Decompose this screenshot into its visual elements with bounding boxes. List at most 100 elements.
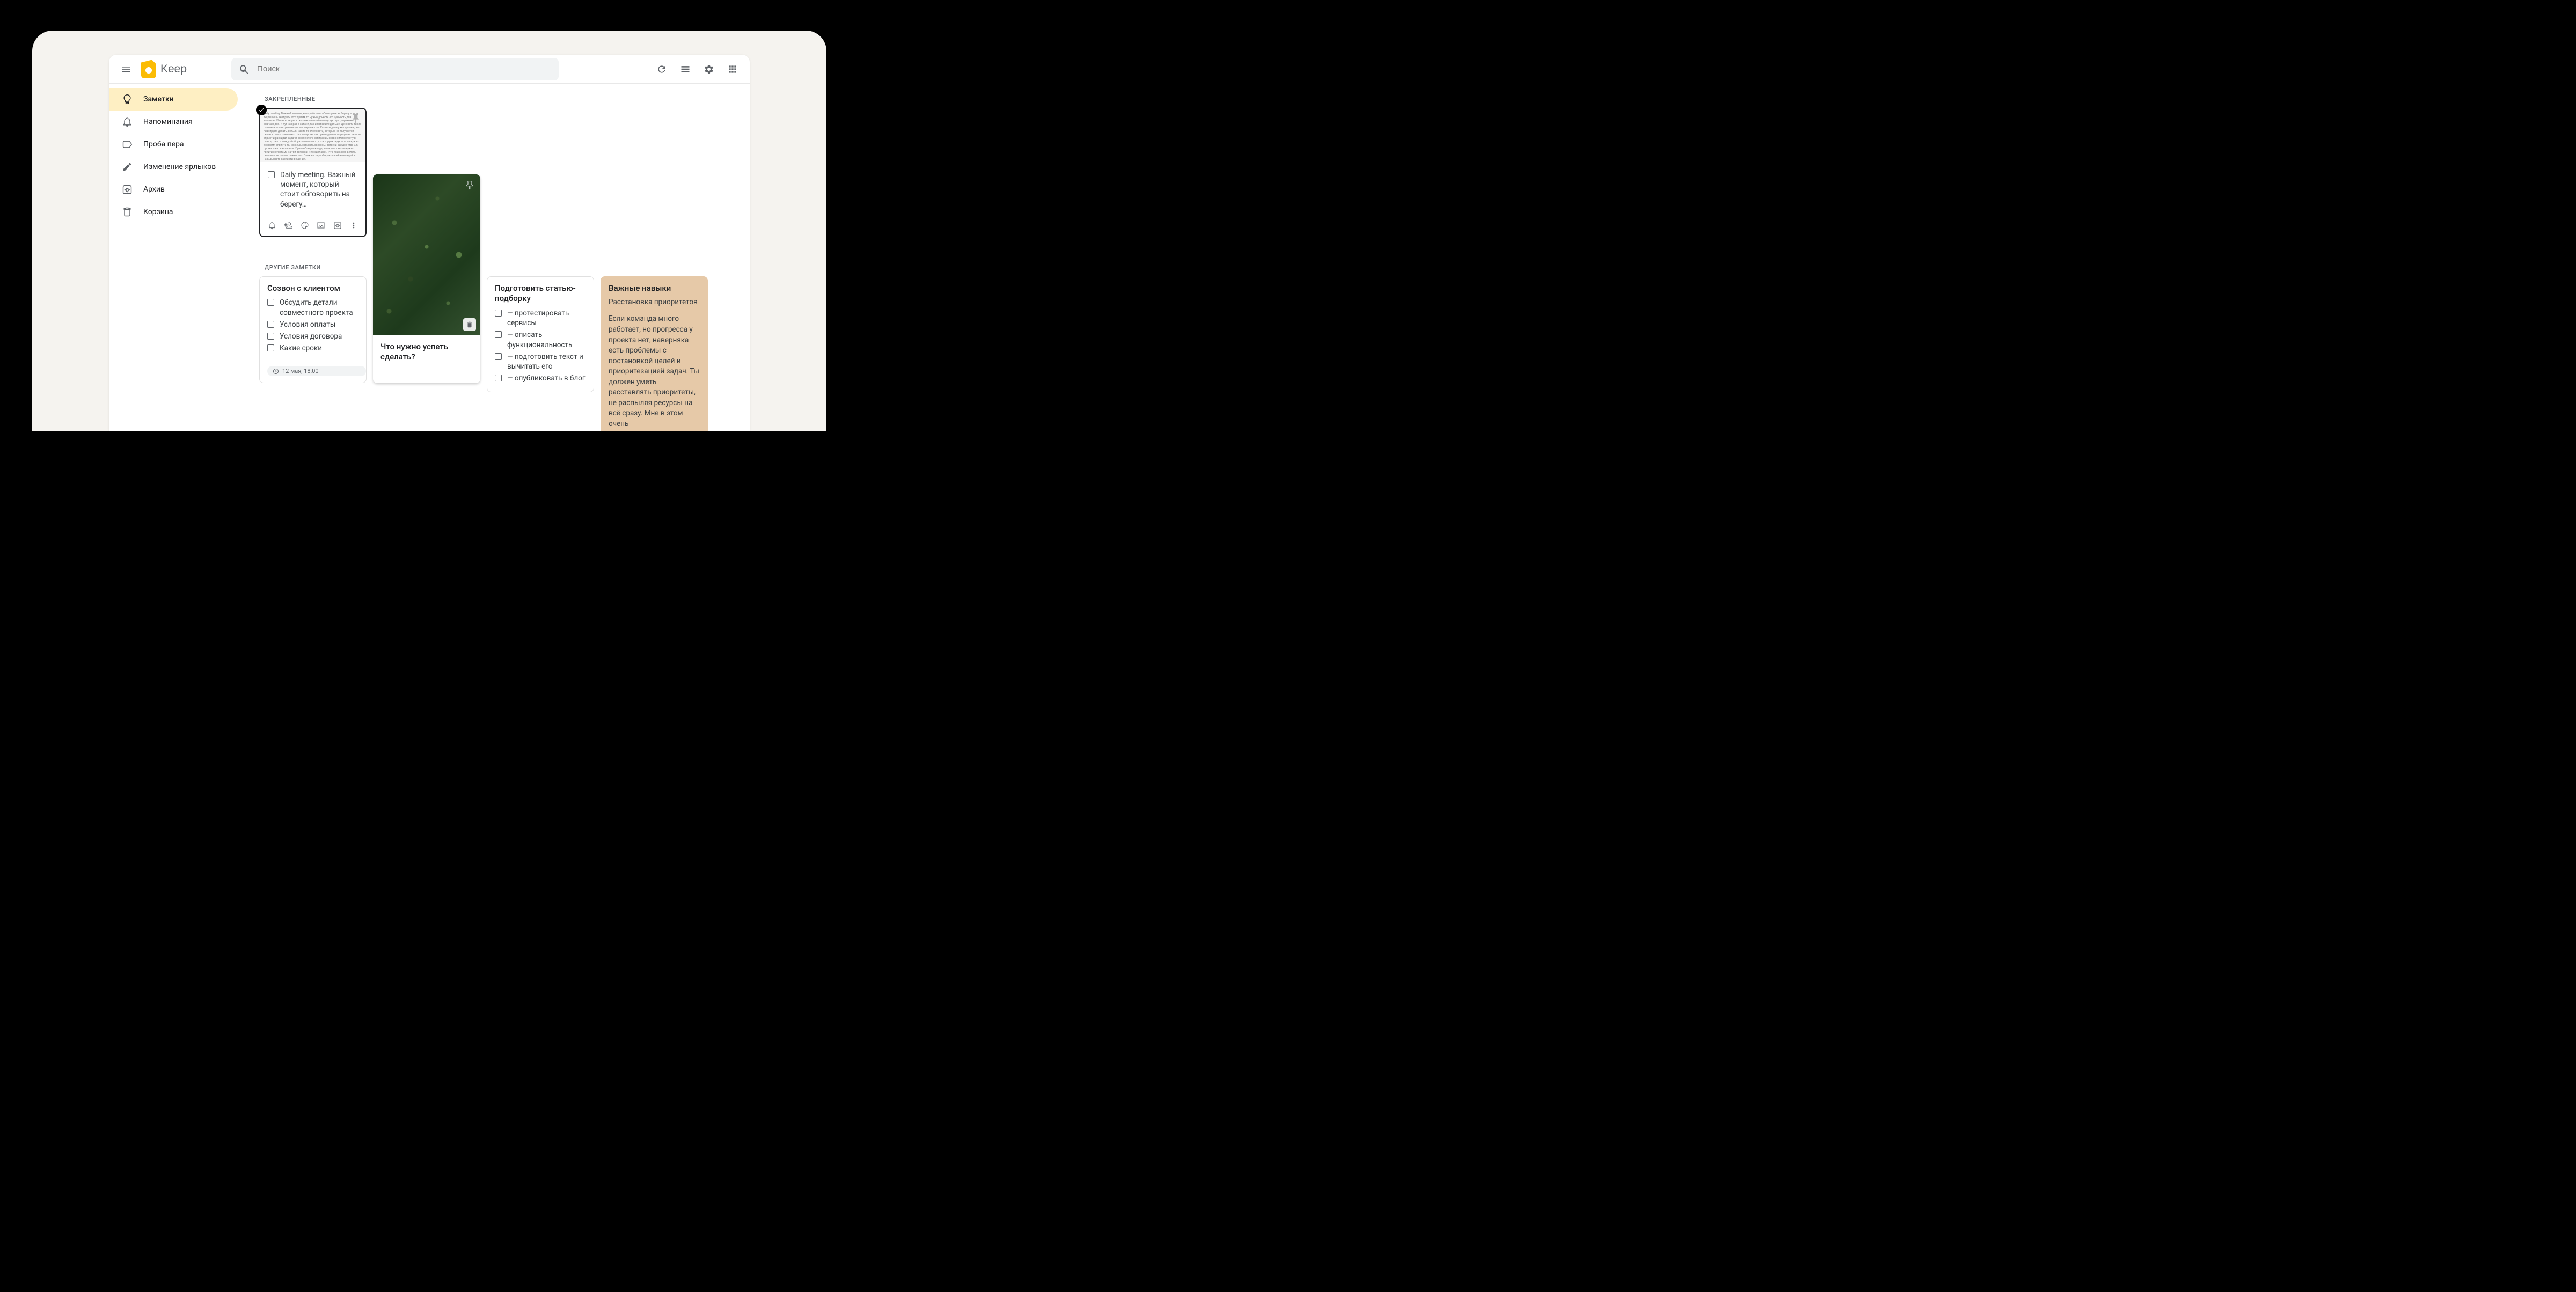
check-icon [258, 107, 265, 113]
sidebar-item-notes[interactable]: Заметки [109, 88, 238, 111]
main-area: ЗАКРЕПЛЕННЫЕ Daily meeting. Важный момен… [238, 84, 750, 431]
checklist-item[interactable]: — протестировать сервисы [495, 309, 586, 328]
apps-button[interactable] [722, 58, 743, 80]
checklist-text: — описать функциональность [507, 330, 586, 349]
note-toolbar [260, 218, 365, 236]
checklist-item[interactable]: — подготовить текст и вычитать его [495, 352, 586, 371]
checkbox-icon[interactable] [495, 353, 502, 360]
selection-badge [256, 105, 267, 115]
checklist-text: Какие сроки [280, 343, 322, 353]
device-frame: Keep Заметки Напо [32, 31, 826, 431]
checklist-item[interactable]: Daily meeting. Важный момент, который ст… [268, 170, 358, 209]
checklist-item[interactable]: Условия оплаты [267, 320, 358, 329]
bell-icon [122, 116, 133, 127]
checklist-text: Daily meeting. Важный момент, который ст… [280, 170, 358, 209]
logo-area[interactable]: Keep [141, 60, 187, 78]
sidebar-item-label: Заметки [143, 95, 174, 104]
header: Keep [109, 55, 750, 84]
sidebar-item-label-proba[interactable]: Проба пера [109, 133, 238, 156]
archive-button[interactable] [331, 219, 344, 232]
trash-icon [466, 321, 473, 328]
sidebar-item-reminders[interactable]: Напоминания [109, 111, 238, 133]
app-window: Keep Заметки Напо [109, 55, 750, 431]
menu-icon [121, 64, 131, 75]
clock-icon [273, 368, 279, 375]
apps-grid-icon [727, 64, 738, 75]
settings-button[interactable] [698, 58, 720, 80]
collaborator-button[interactable] [282, 219, 295, 232]
more-button[interactable] [347, 219, 360, 232]
pin-icon[interactable] [350, 113, 361, 126]
section-title-pinned: ЗАКРЕПЛЕННЫЕ [265, 96, 739, 102]
sidebar-item-label: Напоминания [143, 118, 193, 126]
note-card-image[interactable]: Что нужно успеть сделать? [373, 174, 480, 383]
note-title: Важные навыки [609, 283, 700, 294]
search-box[interactable] [231, 58, 559, 80]
checklist-text: Обсудить детали совместного проекта [280, 298, 358, 317]
pin-icon[interactable] [463, 179, 476, 192]
view-toggle-button[interactable] [675, 58, 696, 80]
content-row: Заметки Напоминания Проба пера Изменение… [109, 84, 750, 431]
note-card-article[interactable]: Подготовить статью-подборку — протестиро… [487, 276, 594, 393]
checkbox-icon[interactable] [495, 331, 502, 338]
header-actions [651, 58, 743, 80]
sidebar-item-edit-labels[interactable]: Изменение ярлыков [109, 156, 238, 178]
checklist-item[interactable]: Условия договора [267, 332, 358, 341]
checklist-text: — подготовить текст и вычитать его [507, 352, 586, 371]
checkbox-icon[interactable] [267, 344, 274, 351]
search-icon [239, 64, 250, 75]
palette-icon [301, 221, 309, 230]
checklist-text: Условия оплаты [280, 320, 335, 329]
checkbox-icon[interactable] [495, 310, 502, 317]
archive-icon [333, 221, 342, 230]
keep-logo-icon [141, 60, 156, 78]
note-title: Подготовить статью-подборку [495, 283, 586, 304]
image-icon [317, 221, 325, 230]
menu-button[interactable] [115, 58, 137, 80]
sidebar-item-label: Изменение ярлыков [143, 163, 216, 171]
sidebar-item-label: Архив [143, 185, 165, 194]
reminder-chip[interactable]: 12 мая, 18:00 [267, 366, 366, 376]
note-checklist: Daily meeting. Важный момент, который ст… [260, 162, 365, 218]
note-card-skills[interactable]: Важные навыки Расстановка приоритетов Ес… [601, 276, 708, 431]
remind-button[interactable] [266, 219, 279, 232]
image-button[interactable] [314, 219, 327, 232]
archive-icon [122, 184, 133, 195]
checkbox-icon[interactable] [267, 299, 274, 306]
sidebar-item-label: Проба пера [143, 140, 184, 149]
delete-image-button[interactable] [463, 318, 476, 331]
checklist-text: Условия договора [280, 332, 342, 341]
other-cards-row: Созвон с клиентом Обсудить детали совмес… [259, 276, 739, 431]
list-view-icon [680, 64, 691, 75]
note-card-pinned[interactable]: Daily meeting. Важный момент, который ст… [259, 108, 367, 237]
bell-icon [268, 221, 276, 230]
bulb-icon [122, 94, 133, 105]
checklist-item[interactable]: Обсудить детали совместного проекта [267, 298, 358, 317]
person-add-icon [284, 221, 292, 230]
trash-icon [122, 207, 133, 217]
checkbox-icon[interactable] [267, 321, 274, 328]
checklist-item[interactable]: — описать функциональность [495, 330, 586, 349]
pinned-cards-row: Daily meeting. Важный момент, который ст… [259, 108, 739, 237]
checklist-text: — протестировать сервисы [507, 309, 586, 328]
refresh-button[interactable] [651, 58, 672, 80]
tag-icon [122, 139, 133, 150]
sidebar-item-trash[interactable]: Корзина [109, 201, 238, 223]
checkbox-icon[interactable] [495, 375, 502, 381]
sidebar-item-archive[interactable]: Архив [109, 178, 238, 201]
pencil-icon [122, 162, 133, 172]
note-card-sozvon[interactable]: Созвон с клиентом Обсудить детали совмес… [259, 276, 367, 384]
search-input[interactable] [257, 64, 551, 74]
sidebar-item-label: Корзина [143, 208, 173, 216]
app-name: Keep [160, 63, 187, 76]
checkbox-icon[interactable] [268, 171, 275, 178]
note-body: Если команда много работает, но прогресс… [609, 314, 700, 429]
palette-button[interactable] [298, 219, 311, 232]
checklist-item[interactable]: — опубликовать в блог [495, 373, 586, 383]
more-vert-icon [349, 221, 358, 230]
checkbox-icon[interactable] [267, 333, 274, 340]
pine-texture [373, 174, 480, 335]
note-subtitle: Расстановка приоритетов [609, 298, 700, 306]
checklist-item[interactable]: Какие сроки [267, 343, 358, 353]
note-image [373, 174, 480, 335]
